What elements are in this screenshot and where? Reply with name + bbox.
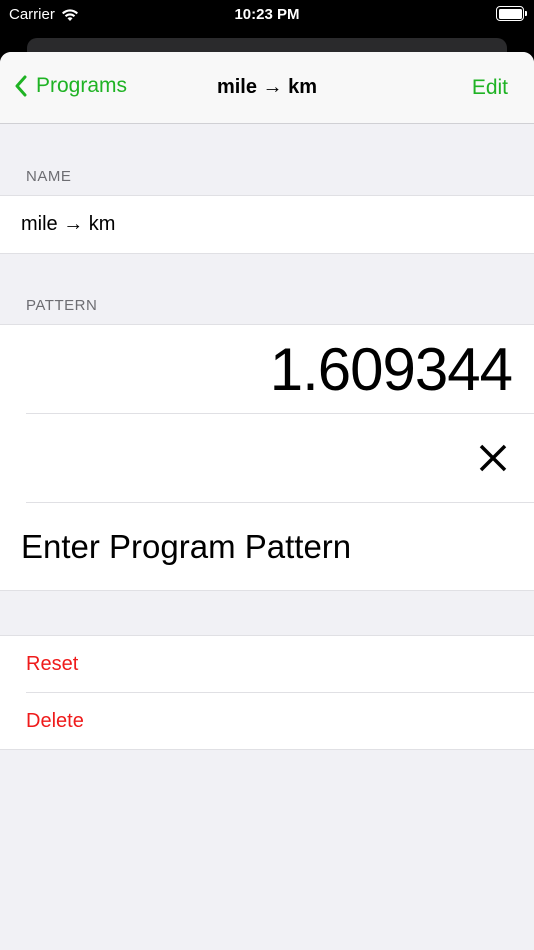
name-section-header: NAME — [26, 168, 72, 185]
name-group: mile → km — [0, 195, 534, 254]
pattern-group: 1.609344 Enter Program Pattern — [0, 324, 534, 591]
actions-group: Reset Delete — [0, 635, 534, 750]
enter-pattern-button[interactable]: Enter Program Pattern — [0, 503, 534, 590]
pattern-operator-row[interactable] — [0, 414, 534, 502]
reset-button[interactable]: Reset — [0, 636, 534, 692]
multiply-icon — [479, 444, 507, 472]
status-bar: Carrier 10:23 PM — [0, 0, 534, 40]
program-name-field[interactable]: mile → km — [0, 196, 534, 253]
pattern-section-header: PATTERN — [26, 297, 98, 314]
delete-button[interactable]: Delete — [0, 693, 534, 749]
program-sheet: Programs mile → km Edit NAME mile → km P… — [0, 52, 534, 950]
page-title: mile → km — [216, 76, 318, 98]
edit-button[interactable]: Edit — [472, 76, 508, 100]
battery-fill — [498, 8, 522, 19]
pattern-value[interactable]: 1.609344 — [0, 325, 534, 413]
battery-icon — [496, 6, 527, 21]
status-time: 10:23 PM — [234, 6, 300, 23]
nav-bar: Programs mile → km Edit — [0, 52, 534, 124]
